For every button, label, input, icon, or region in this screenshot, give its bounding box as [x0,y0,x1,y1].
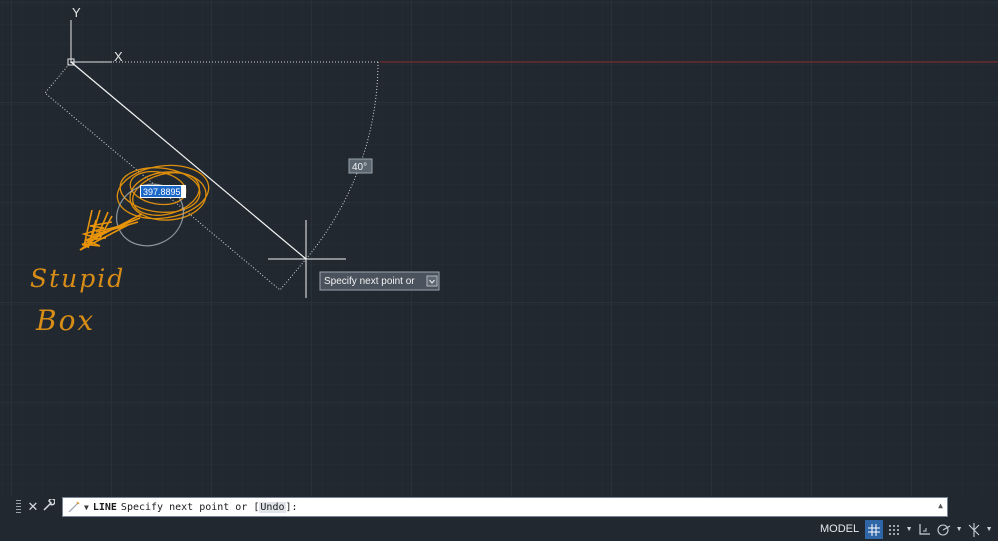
snap-icon[interactable] [885,520,903,539]
y-axis-label: Y [72,5,81,20]
length-input[interactable]: 397.8895 [140,185,186,198]
polar-dropdown[interactable]: ▼ [955,526,963,533]
tooltip-text: Specify next point or [324,276,415,287]
pen-icon[interactable] [66,499,82,515]
model-space-button[interactable]: MODEL [816,520,863,539]
x-axis-label: X [114,49,123,64]
command-line-grip[interactable] [16,500,21,514]
angle-label: 40° [352,162,367,173]
dynamic-input-tooltip: Specify next point or [319,271,440,291]
status-bar: MODEL ▼ ▼ ▼ [816,519,993,540]
ortho-icon[interactable] [915,520,933,539]
angle-label-box: 40° [348,158,373,174]
annotation-stupid: Stupid [30,264,125,293]
command-prompt-end: ]: [285,501,298,513]
osnap-icon[interactable] [965,520,983,539]
recent-commands-dropdown[interactable]: ▼ [84,503,89,512]
command-option-undo[interactable]: Undo [259,501,286,513]
command-line-bar: ✕ ▼ LINE Specify next point or [ Undo ]:… [16,497,948,517]
length-input-value[interactable]: 397.8895 [143,187,181,197]
command-prompt: Specify next point or [ [120,501,260,513]
osnap-dropdown[interactable]: ▼ [985,526,993,533]
grid-icon[interactable] [865,520,884,539]
arrow-down-icon[interactable] [426,275,438,287]
grid [0,0,998,497]
command-input[interactable]: ▼ LINE Specify next point or [ Undo ]: ▲ [62,497,948,517]
snap-dropdown[interactable]: ▼ [905,526,913,533]
polar-icon[interactable] [935,520,953,539]
close-icon[interactable]: ✕ [25,499,41,515]
command-history-arrow-icon[interactable]: ▲ [938,501,943,510]
annotation-box: Box [35,304,95,337]
wrench-icon[interactable] [41,497,57,515]
command-keyword: LINE [92,501,117,513]
drawing-canvas[interactable]: Y X 40° 397.8895 Stupid Box Specify next… [0,0,998,541]
